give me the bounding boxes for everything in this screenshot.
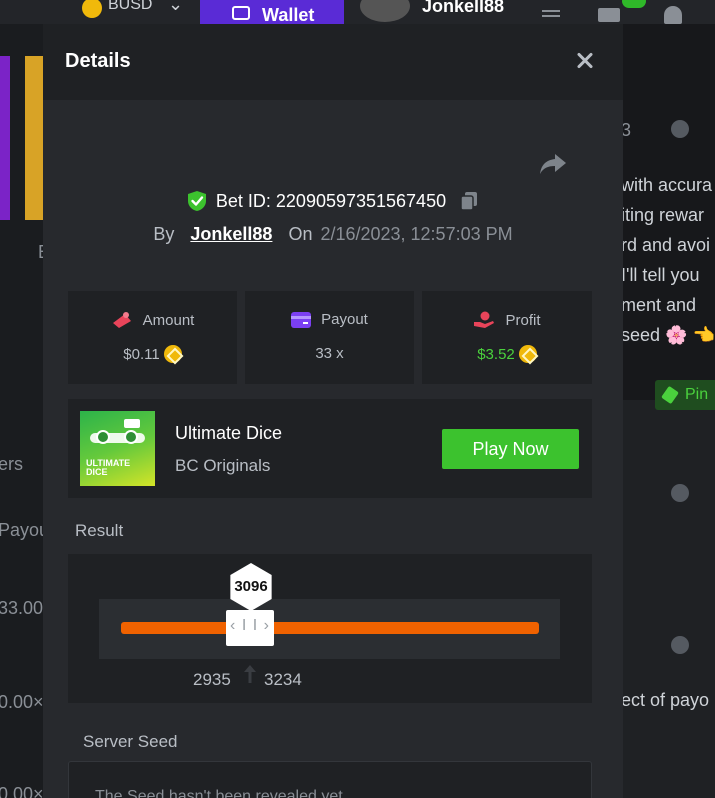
background-banner-purple xyxy=(0,56,10,220)
range-high-value: 3234 xyxy=(264,670,302,689)
wallet-button[interactable]: Wallet xyxy=(200,0,344,24)
result-value: 3096 xyxy=(234,578,268,595)
thumb-dot xyxy=(96,430,110,444)
server-seed-label: Server Seed xyxy=(83,732,178,751)
profit-value: $3.52 xyxy=(477,345,515,363)
thumb-dot xyxy=(124,430,138,444)
bettor-username-link[interactable]: Jonkell88 xyxy=(190,224,272,245)
chat-text: iting rewar xyxy=(623,205,705,225)
chat-text: rd and avoi xyxy=(623,235,711,255)
result-box: ‹ I I › 3096 2935 3234 xyxy=(68,554,592,703)
server-seed-text: The Seed hasn't been revealed yet xyxy=(95,788,343,798)
chat-text: seed 🌸 👈 xyxy=(623,325,715,345)
profit-label: Profit xyxy=(505,311,541,329)
game-card: ULTIMATE DICE Ultimate Dice BC Originals… xyxy=(68,399,592,498)
chat-text: I'll tell you xyxy=(623,265,700,285)
copy-icon[interactable] xyxy=(459,191,479,211)
payout-stat: Payout 33 x xyxy=(245,291,414,384)
payout-value: 33 x xyxy=(315,345,344,362)
chat-bubble-icon[interactable] xyxy=(671,484,689,502)
modal-title: Details xyxy=(65,50,131,72)
result-track-background: ‹ I I › xyxy=(99,599,560,659)
game-provider: BC Originals xyxy=(175,456,271,475)
bet-meta-row: By Jonkell88 On 2/16/2023, 12:57:03 PM xyxy=(43,221,623,247)
payout-card-icon xyxy=(291,311,312,328)
profit-hand-icon xyxy=(474,311,495,328)
grip-icon: ‹ I I › xyxy=(230,617,270,634)
notification-badge xyxy=(622,0,646,8)
busd-coin-icon xyxy=(163,345,182,363)
game-name: Ultimate Dice xyxy=(175,423,283,443)
chevron-down-icon[interactable]: ⌄ xyxy=(168,0,183,15)
close-button[interactable] xyxy=(573,48,597,72)
result-label: Result xyxy=(75,521,124,540)
chat-text: 3 xyxy=(623,120,632,140)
mail-icon[interactable] xyxy=(598,8,620,22)
by-label: By xyxy=(153,223,175,244)
background-text: 0.00× xyxy=(0,692,44,712)
chat-text: ment and xyxy=(623,295,697,315)
payout-label: Payout xyxy=(321,311,368,328)
bet-date: 2/16/2023, 12:57:03 PM xyxy=(320,223,513,244)
result-slider-handle[interactable]: ‹ I I › xyxy=(226,610,274,646)
busd-coin-icon xyxy=(518,345,537,363)
thumb-chip xyxy=(124,419,140,428)
play-now-button[interactable]: Play Now xyxy=(442,429,579,469)
profit-stat: Profit $3.52 xyxy=(422,291,592,384)
modal-header: Details xyxy=(43,24,623,100)
currency-selector[interactable]: BUSD xyxy=(108,0,152,14)
chat-bubble-icon[interactable] xyxy=(671,120,689,138)
amount-value: $0.11 xyxy=(123,345,160,363)
background-text: 33.00 xyxy=(0,598,44,618)
background-chat-panel: 3 with accura iting rewar rd and avoi I'… xyxy=(623,24,715,798)
background-text: Payou xyxy=(0,520,50,540)
background-banner-orange xyxy=(25,56,44,220)
thumb-text: ULTIMATE DICE xyxy=(86,458,131,477)
game-thumbnail[interactable]: ULTIMATE DICE xyxy=(80,411,155,486)
chat-bubble-icon[interactable] xyxy=(671,636,689,654)
background-text: ers xyxy=(0,454,24,474)
bet-id-row: Bet ID: 22090597351567450 xyxy=(43,188,623,214)
server-seed-box: The Seed hasn't been revealed yet xyxy=(68,761,592,798)
shield-check-icon xyxy=(187,191,206,211)
chat-text: ect of payo xyxy=(623,690,710,710)
details-modal: Details Bet ID: 22090597351567450 By Jon… xyxy=(43,24,623,798)
range-low-value: 2935 xyxy=(193,670,231,689)
share-icon[interactable] xyxy=(539,152,567,176)
menu-icon[interactable] xyxy=(542,10,560,12)
amount-label: Amount xyxy=(142,311,195,329)
amount-stat: Amount $0.11 xyxy=(68,291,237,384)
chat-text: with accura xyxy=(623,175,713,195)
topbar-username[interactable]: Jonkell88 xyxy=(422,0,504,17)
background-text: 0.00× xyxy=(0,784,44,798)
bet-id: Bet ID: 22090597351567450 xyxy=(215,190,447,211)
wallet-icon xyxy=(232,6,250,20)
on-label: On xyxy=(288,223,313,244)
result-range-track xyxy=(121,622,539,634)
arrow-up-icon xyxy=(244,665,256,683)
bell-icon[interactable] xyxy=(664,6,682,24)
amount-icon xyxy=(112,312,131,328)
